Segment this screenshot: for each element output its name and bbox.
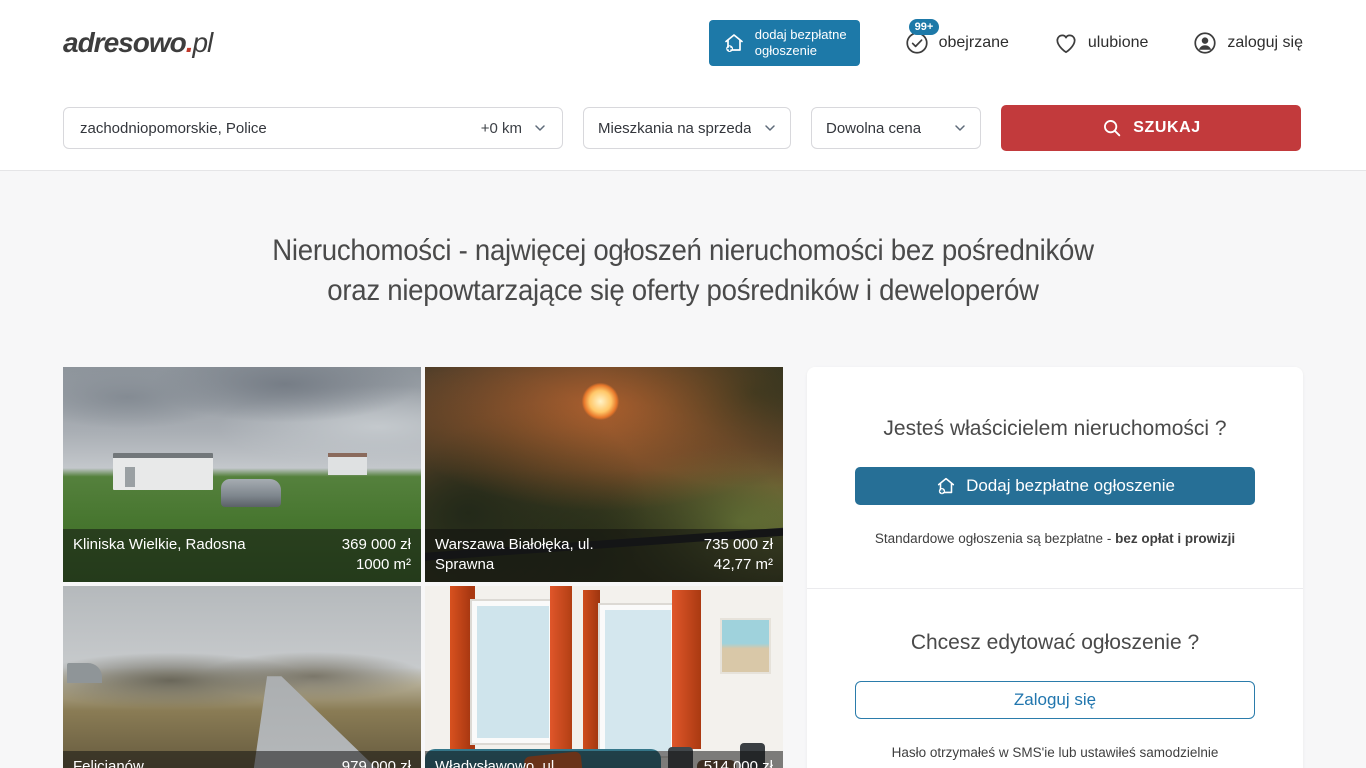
listing-price-area: 979 000 zł: [342, 757, 411, 768]
edit-note: Hasło otrzymałeś w SMS'ie lub ustawiłeś …: [855, 745, 1255, 760]
search-bar: zachodniopomorskie, Police +0 km Mieszka…: [0, 86, 1366, 170]
add-listing-label-line1: dodaj bezpłatne: [755, 27, 847, 42]
listing-price: 735 000 zł: [704, 536, 773, 553]
listing-location: Kliniska Wielkie, Radosna: [73, 535, 246, 575]
add-listing-label: dodaj bezpłatneogłoszenie: [755, 27, 847, 60]
owner-note-regular: Standardowe ogłoszenia są bezpłatne -: [875, 531, 1115, 546]
listing-overlay: Warszawa Białołęka, ul. Sprawna 735 000 …: [425, 529, 783, 582]
edit-heading: Chcesz edytować ogłoszenie ?: [855, 631, 1255, 655]
owner-note: Standardowe ogłoszenia są bezpłatne - be…: [855, 531, 1255, 546]
listing-location: Warszawa Białołęka, ul. Sprawna: [435, 535, 640, 575]
viewed-count-badge: 99+: [909, 19, 940, 35]
radius-value: +0 km: [481, 120, 522, 137]
sidebar-login-label: Zaloguj się: [1014, 690, 1096, 710]
header: adresowo.pl dodaj bezpłatneogłoszenie: [0, 0, 1366, 171]
add-listing-button[interactable]: dodaj bezpłatneogłoszenie: [709, 20, 860, 67]
page: adresowo.pl dodaj bezpłatneogłoszenie: [0, 0, 1366, 768]
house-plus-icon: [935, 475, 957, 497]
user-icon: [1192, 30, 1218, 56]
price-select[interactable]: Dowolna cena: [811, 107, 981, 149]
listing-overlay: Kliniska Wielkie, Radosna 369 000 zł 100…: [63, 529, 421, 582]
login-link[interactable]: zaloguj się: [1192, 30, 1303, 56]
listing-price: 514 000 zł: [704, 758, 773, 768]
photo-building: [113, 453, 213, 490]
listing-price-area: 369 000 zł 1000 m²: [342, 535, 411, 575]
owner-note-bold: bez opłat i prowizji: [1115, 531, 1235, 546]
listing-price: 979 000 zł: [342, 758, 411, 768]
search-button-label: SZUKAJ: [1133, 119, 1201, 137]
content-row: Kliniska Wielkie, Radosna 369 000 zł 100…: [63, 367, 1303, 768]
check-circle-icon: 99+: [904, 30, 930, 56]
listing-price-area: 514 000 zł: [704, 757, 773, 768]
page-title-line1: Nieruchomości - najwięcej ogłoszeń nieru…: [272, 234, 1093, 267]
heart-icon: [1053, 30, 1079, 56]
listing-area: 1000 m²: [356, 556, 411, 573]
sidebar-add-listing-label: Dodaj bezpłatne ogłoszenie: [966, 476, 1175, 496]
listing-overlay: Felicjanów 979 000 zł: [63, 751, 421, 768]
listing-price: 369 000 zł: [342, 536, 411, 553]
house-plus-icon: [722, 31, 746, 55]
location-input[interactable]: zachodniopomorskie, Police +0 km: [63, 107, 563, 149]
listing-area: 42,77 m²: [714, 556, 773, 573]
header-actions: dodaj bezpłatneogłoszenie 99+ obejrzane: [709, 20, 1303, 67]
photo-curtain: [550, 586, 571, 754]
sidebar-add-listing-button[interactable]: Dodaj bezpłatne ogłoszenie: [855, 467, 1255, 505]
photo-road: [63, 586, 421, 768]
chevron-down-icon: [762, 120, 778, 136]
photo-curtain: [583, 590, 601, 753]
owner-heading: Jesteś właścicielem nieruchomości ?: [855, 417, 1255, 441]
favorites-label: ulubione: [1088, 34, 1149, 52]
favorites-link[interactable]: ulubione: [1053, 30, 1149, 56]
owner-section: Jesteś właścicielem nieruchomości ? Doda…: [807, 367, 1303, 588]
sidebar-card: Jesteś właścicielem nieruchomości ? Doda…: [807, 367, 1303, 768]
listing-photo: [63, 586, 421, 768]
logo-tld: pl: [192, 27, 212, 58]
search-icon: [1101, 117, 1123, 139]
photo-curtain: [672, 590, 701, 749]
listing-photo: [425, 586, 783, 768]
viewed-label: obejrzane: [939, 34, 1009, 52]
search-button[interactable]: SZUKAJ: [1001, 105, 1301, 151]
photo-house: [67, 663, 103, 682]
listings-grid: Kliniska Wielkie, Radosna 369 000 zł 100…: [63, 367, 783, 768]
photo-window: [600, 605, 675, 756]
listing-location: Władysławowo, ul.: [435, 757, 558, 768]
chevron-down-icon: [532, 120, 548, 136]
login-label: zaloguj się: [1227, 34, 1303, 52]
sidebar-login-button[interactable]: Zaloguj się: [855, 681, 1255, 719]
top-bar: adresowo.pl dodaj bezpłatneogłoszenie: [0, 0, 1366, 86]
category-value: Mieszkania na sprzeda: [598, 120, 751, 137]
price-value: Dowolna cena: [826, 120, 921, 137]
viewed-link[interactable]: 99+ obejrzane: [904, 30, 1009, 56]
location-value: zachodniopomorskie, Police: [80, 120, 267, 137]
listing-overlay: Władysławowo, ul. 514 000 zł: [425, 751, 783, 768]
photo-window: [472, 601, 554, 743]
add-listing-label-line2: ogłoszenie: [755, 43, 817, 58]
logo-main: adresowo: [63, 27, 186, 58]
logo[interactable]: adresowo.pl: [63, 27, 212, 59]
chevron-down-icon: [952, 120, 968, 136]
listing-price-area: 735 000 zł 42,77 m²: [704, 535, 773, 575]
main-content: Nieruchomości - najwięcej ogłoszeń nieru…: [0, 171, 1366, 768]
radius-dropdown[interactable]: +0 km: [481, 120, 548, 137]
photo-car: [221, 479, 282, 507]
listing-card[interactable]: Władysławowo, ul. 514 000 zł: [425, 586, 783, 768]
photo-wall-art: [722, 620, 769, 672]
listing-card[interactable]: Kliniska Wielkie, Radosna 369 000 zł 100…: [63, 367, 421, 582]
edit-section: Chcesz edytować ogłoszenie ? Zaloguj się…: [807, 588, 1303, 768]
page-title: Nieruchomości - najwięcej ogłoszeń nieru…: [55, 171, 1312, 311]
page-title-line2: oraz niepowtarzające się oferty pośredni…: [327, 274, 1038, 307]
category-select[interactable]: Mieszkania na sprzeda: [583, 107, 791, 149]
listing-card[interactable]: Felicjanów 979 000 zł: [63, 586, 421, 768]
photo-house: [328, 453, 367, 475]
listing-card[interactable]: Warszawa Białołęka, ul. Sprawna 735 000 …: [425, 367, 783, 582]
listing-location: Felicjanów: [73, 757, 144, 768]
